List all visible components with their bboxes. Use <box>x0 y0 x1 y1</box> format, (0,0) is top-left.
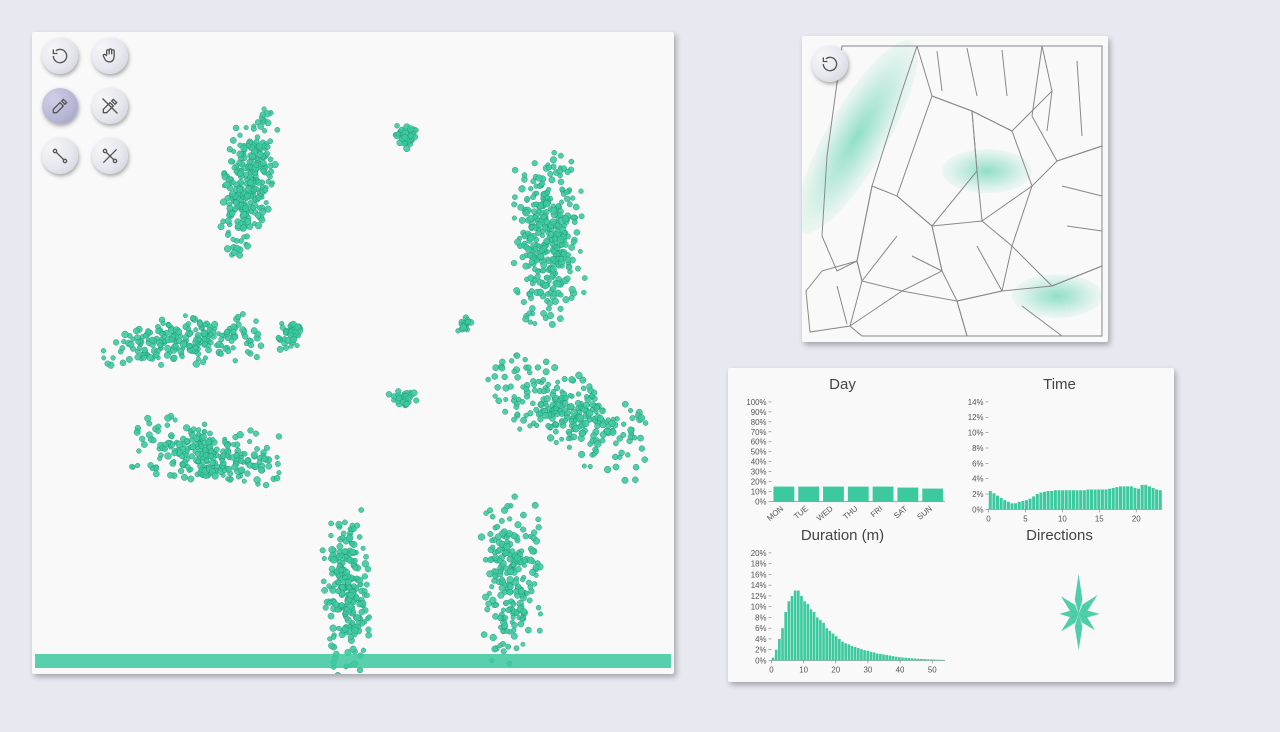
svg-text:30%: 30% <box>751 468 767 477</box>
chart-directions[interactable]: Directions <box>951 525 1168 676</box>
chart-title: Day <box>734 376 951 393</box>
chart-time[interactable]: Time 0% 2% 4% 6% 8% 10% 12% 14% 0 5 10 15 20 <box>951 374 1168 525</box>
svg-text:40: 40 <box>896 665 905 674</box>
svg-text:10: 10 <box>799 665 808 674</box>
svg-text:4%: 4% <box>755 635 766 644</box>
lasso-off-button[interactable] <box>92 138 128 174</box>
chart-day[interactable]: Day 0%10%20%30%40%50%60%70%80%90%100% MON… <box>734 374 951 525</box>
map-plot[interactable] <box>802 36 1108 342</box>
brush-off-button[interactable] <box>92 88 128 124</box>
svg-text:0%: 0% <box>755 656 766 665</box>
svg-text:15: 15 <box>1095 514 1104 523</box>
svg-text:20%: 20% <box>751 549 767 558</box>
svg-text:8%: 8% <box>972 444 983 453</box>
chart-title: Duration (m) <box>734 527 951 544</box>
svg-text:0: 0 <box>986 514 991 523</box>
svg-text:20: 20 <box>831 665 840 674</box>
pan-button[interactable] <box>92 38 128 74</box>
brush-off-icon <box>100 96 120 116</box>
svg-text:TUE: TUE <box>792 504 810 521</box>
svg-text:50%: 50% <box>751 448 767 457</box>
lasso-off-icon <box>100 146 120 166</box>
chart-title: Time <box>951 376 1168 393</box>
svg-text:100%: 100% <box>746 398 766 407</box>
svg-text:6%: 6% <box>755 624 766 633</box>
svg-text:12%: 12% <box>968 413 984 422</box>
svg-text:0: 0 <box>769 665 774 674</box>
scatter-plot[interactable] <box>32 32 674 674</box>
svg-text:90%: 90% <box>751 408 767 417</box>
svg-text:40%: 40% <box>751 458 767 467</box>
brush-icon <box>50 96 70 116</box>
svg-text:20: 20 <box>1132 514 1141 523</box>
svg-text:10%: 10% <box>968 429 984 438</box>
svg-text:2%: 2% <box>755 646 766 655</box>
svg-text:10%: 10% <box>751 488 767 497</box>
reset-button[interactable] <box>42 38 78 74</box>
lasso-button[interactable] <box>42 138 78 174</box>
svg-text:30: 30 <box>864 665 873 674</box>
svg-text:10%: 10% <box>751 603 767 612</box>
svg-text:18%: 18% <box>751 560 767 569</box>
svg-text:FRI: FRI <box>869 504 885 519</box>
pan-icon <box>100 46 120 66</box>
svg-text:6%: 6% <box>972 459 983 468</box>
lasso-icon <box>50 146 70 166</box>
svg-text:80%: 80% <box>751 418 767 427</box>
scatter-panel[interactable] <box>32 32 674 674</box>
scatter-toolbar <box>42 38 128 188</box>
chart-duration[interactable]: Duration (m) 0%2% 4% 6% 8%10% 12% 14% 16%18% 20… <box>734 525 951 676</box>
svg-text:4%: 4% <box>972 475 983 484</box>
app-stage: Day 0%10%20%30%40%50%60%70%80%90%100%MON… <box>0 0 1280 732</box>
svg-text:8%: 8% <box>755 613 766 622</box>
svg-text:0%: 0% <box>755 497 766 506</box>
svg-text:16%: 16% <box>751 570 767 579</box>
svg-text:10: 10 <box>1058 514 1067 523</box>
svg-text:50: 50 <box>928 665 937 674</box>
svg-text:SAT: SAT <box>892 504 909 520</box>
svg-text:2%: 2% <box>972 490 983 499</box>
map-panel[interactable] <box>802 36 1108 342</box>
map-reset-button[interactable] <box>812 46 848 82</box>
svg-text:THU: THU <box>841 504 859 521</box>
svg-text:14%: 14% <box>968 398 984 407</box>
svg-text:0%: 0% <box>972 505 983 514</box>
svg-text:70%: 70% <box>751 428 767 437</box>
svg-text:12%: 12% <box>751 592 767 601</box>
svg-text:20%: 20% <box>751 478 767 487</box>
reset-icon <box>820 54 840 74</box>
charts-panel: Day 0%10%20%30%40%50%60%70%80%90%100%MON… <box>728 368 1174 682</box>
svg-text:60%: 60% <box>751 438 767 447</box>
svg-text:SUN: SUN <box>915 504 934 522</box>
chart-title: Directions <box>951 527 1168 544</box>
svg-text:14%: 14% <box>751 581 767 590</box>
svg-text:WED: WED <box>815 504 835 523</box>
svg-text:5: 5 <box>1023 514 1028 523</box>
svg-text:MON: MON <box>765 504 785 523</box>
scatter-footer-bar <box>35 654 671 668</box>
brush-button[interactable] <box>42 88 78 124</box>
reset-icon <box>50 46 70 66</box>
